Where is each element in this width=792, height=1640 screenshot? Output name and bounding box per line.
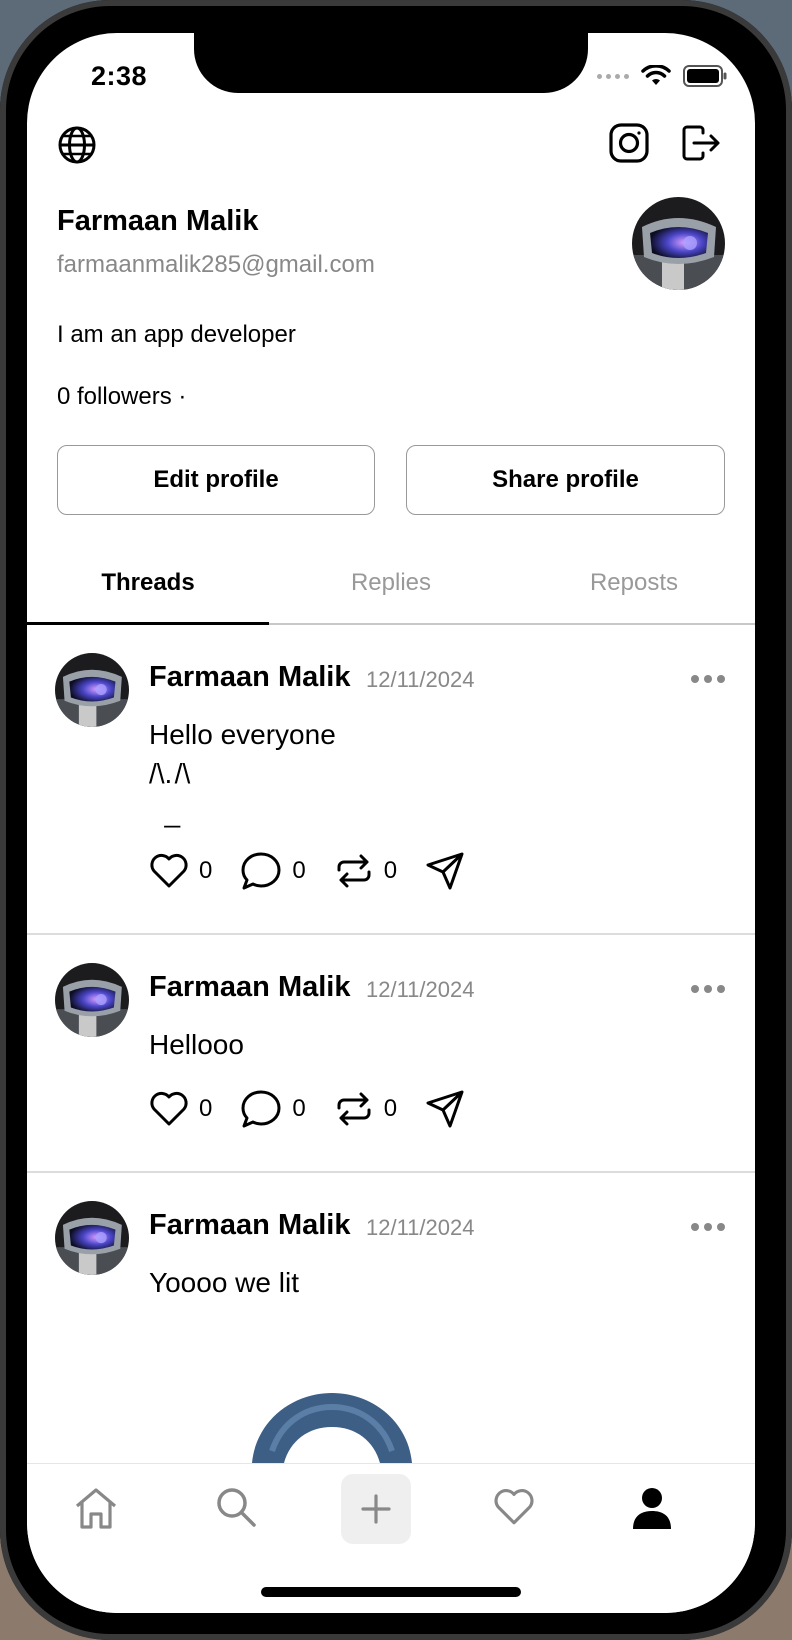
repost-count: 0 — [383, 1095, 398, 1122]
post-avatar[interactable] — [55, 963, 129, 1037]
post-image[interactable] — [252, 1391, 412, 1468]
heart-icon[interactable] — [493, 1488, 535, 1531]
comment-count: 0 — [292, 1095, 306, 1122]
post-divider — [27, 1171, 755, 1173]
post-divider — [27, 933, 755, 935]
post-text: Hellooo — [149, 1029, 244, 1060]
comment-icon — [241, 852, 281, 890]
profile-bio: I am an app developer — [57, 321, 296, 348]
app-screen: 2:38 Farmaan Malik farmaanmalik285@gmail… — [27, 33, 755, 1613]
post-author[interactable]: Farmaan Malik — [149, 661, 350, 694]
more-options-icon[interactable] — [691, 985, 725, 993]
edit-profile-button[interactable]: Edit profile — [57, 445, 375, 515]
post-date: 12/11/2024 — [366, 667, 475, 692]
like-button[interactable]: 0 — [149, 853, 212, 889]
repost-icon — [337, 854, 371, 888]
home-icon[interactable] — [73, 1486, 119, 1535]
battery-icon — [683, 65, 727, 87]
repost-button[interactable]: 0 — [334, 1092, 397, 1126]
notch — [194, 33, 588, 93]
post-avatar[interactable] — [55, 1201, 129, 1275]
post-date: 12/11/2024 — [366, 977, 475, 1002]
globe-icon[interactable] — [57, 125, 97, 165]
profile-icon[interactable] — [631, 1486, 673, 1535]
heart-icon — [150, 853, 188, 888]
instagram-icon[interactable] — [608, 122, 650, 164]
cellular-signal-icon — [597, 73, 629, 79]
comment-count: 0 — [292, 857, 306, 884]
repost-count: 0 — [383, 857, 398, 884]
profile-name: Farmaan Malik — [57, 205, 259, 237]
status-time: 2:38 — [91, 61, 148, 91]
post-author[interactable]: Farmaan Malik — [149, 971, 350, 1004]
like-button[interactable]: 0 — [149, 1091, 212, 1127]
post-actions: 0 0 0 — [149, 1089, 493, 1129]
comment-icon — [241, 1090, 281, 1128]
send-icon — [426, 852, 464, 890]
plus-icon — [361, 1494, 391, 1524]
send-icon — [426, 1090, 464, 1128]
share-button[interactable] — [425, 1089, 465, 1129]
tab-threads[interactable]: Threads — [27, 569, 269, 597]
tab-replies[interactable]: Replies — [270, 569, 512, 597]
post-text: Hello everyone /\. /\ _ — [149, 719, 336, 828]
more-options-icon[interactable] — [691, 675, 725, 683]
phone-frame: 2:38 Farmaan Malik farmaanmalik285@gmail… — [0, 0, 792, 1640]
comment-button[interactable]: 0 — [240, 851, 306, 891]
like-count: 0 — [199, 857, 213, 884]
profile-email: farmaanmalik285@gmail.com — [57, 251, 375, 278]
followers-count[interactable]: 0 followers · — [57, 383, 186, 411]
repost-icon — [337, 1092, 371, 1126]
more-options-icon[interactable] — [691, 1223, 725, 1231]
tab-reposts[interactable]: Reposts — [513, 569, 755, 597]
home-indicator — [261, 1587, 521, 1597]
like-count: 0 — [199, 1095, 213, 1122]
repost-button[interactable]: 0 — [334, 854, 397, 888]
post-date: 12/11/2024 — [366, 1215, 475, 1240]
post-author[interactable]: Farmaan Malik — [149, 1209, 350, 1242]
active-tab-indicator — [27, 622, 269, 625]
profile-avatar[interactable] — [632, 197, 725, 290]
heart-icon — [150, 1091, 188, 1126]
wifi-icon — [641, 65, 671, 85]
share-profile-button[interactable]: Share profile — [406, 445, 725, 515]
post-text: Yoooo we lit — [149, 1267, 299, 1298]
post-avatar[interactable] — [55, 653, 129, 727]
comment-button[interactable]: 0 — [240, 1089, 306, 1129]
new-post-button[interactable] — [341, 1474, 411, 1544]
logout-icon[interactable] — [681, 124, 721, 162]
search-icon[interactable] — [215, 1486, 257, 1533]
post-actions: 0 0 0 — [149, 851, 493, 891]
share-button[interactable] — [425, 851, 465, 891]
status-icons — [597, 65, 727, 87]
